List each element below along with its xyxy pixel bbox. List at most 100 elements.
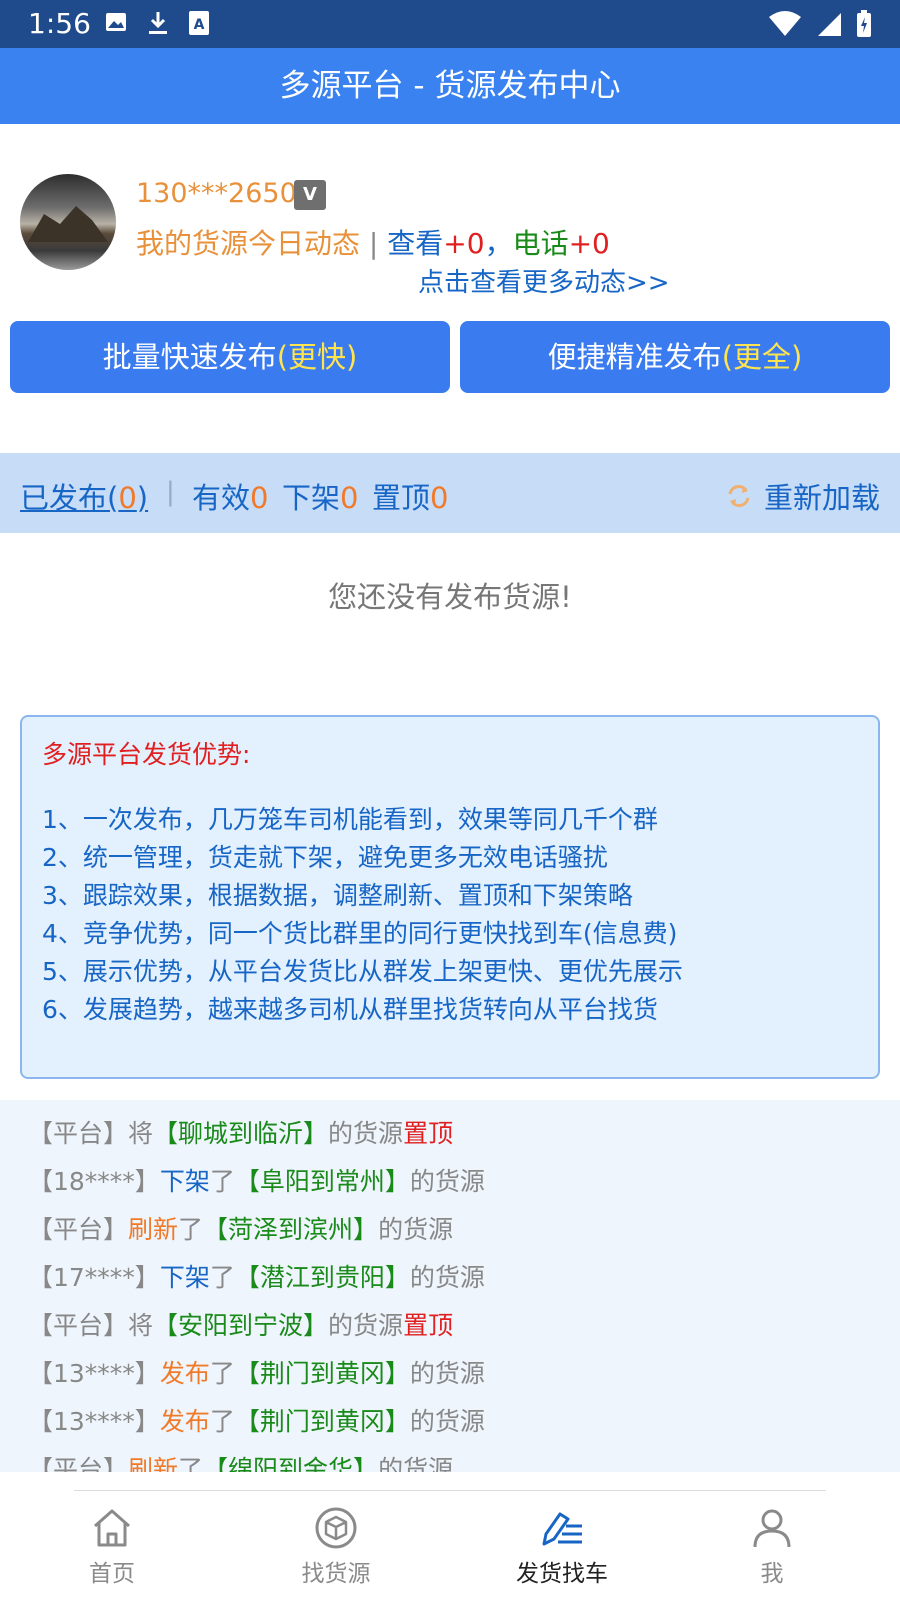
feed-row: 【18****】下架了【阜阳到常州】的货源 [28, 1158, 900, 1206]
feed-fragment: 【13****】 [28, 1407, 160, 1436]
feed-fragment: 的货源 [409, 1359, 485, 1388]
feed-fragment: 的货源 [409, 1167, 485, 1196]
signal-icon [818, 13, 841, 36]
batch-publish-hint: (更快) [276, 340, 358, 374]
feed-fragment: 的货源 [378, 1215, 454, 1244]
bottom-nav: 首页 找货源 发货找车 我 [0, 1472, 900, 1600]
nav-find-cargo-label: 找货源 [301, 1561, 371, 1587]
feed-fragment: 【平台】 [28, 1215, 129, 1244]
publish-status-bar: 已发布(0) | 有效0 下架0 置顶0 重新加载 [0, 453, 900, 533]
tab-published[interactable]: 已发布(0) [20, 475, 148, 517]
feed-fragment: 【平台】 [28, 1311, 129, 1340]
nav-home-label: 首页 [89, 1561, 135, 1587]
valid-label: 有效 [192, 481, 251, 515]
battery-icon [857, 10, 871, 37]
advantage-item: 5、展示优势，从平台发货比从群发上架更快、更优先展示 [42, 957, 683, 986]
activity-feed: 【平台】将【聊城到临沂】的货源置顶 【18****】下架了【阜阳到常州】的货源 … [0, 1100, 900, 1472]
published-label: 已发布( [20, 481, 119, 515]
svg-text:A: A [194, 17, 205, 33]
page-title: 多源平台 - 货源发布中心 [279, 68, 621, 104]
feed-fragment: 【荆门到黄冈】 [234, 1359, 410, 1388]
feed-fragment: 了 [209, 1359, 235, 1388]
feed-fragment: 【菏泽到滨州】 [203, 1215, 379, 1244]
wifi-icon [769, 11, 801, 36]
feed-fragment: 【平台】 [28, 1119, 129, 1148]
feed-fragment: 的货源 [409, 1263, 485, 1292]
feed-fragment: 下架 [159, 1167, 210, 1196]
removed-count: 0 [340, 481, 359, 515]
feed-fragment: 置顶 [403, 1119, 454, 1148]
nav-publish[interactable]: 发货找车 [502, 1506, 622, 1588]
advantage-item: 6、发展趋势，越来越多司机从群里找货转向从平台找货 [42, 995, 658, 1024]
nav-home[interactable]: 首页 [52, 1506, 172, 1588]
feed-fragment: 的货源 [378, 1455, 454, 1472]
precise-publish-label: 便捷精准发布 [547, 340, 722, 374]
dynamics-separator: | [368, 227, 379, 260]
home-icon [94, 1509, 130, 1547]
feed-fragment: 【荆门到黄冈】 [234, 1407, 410, 1436]
feed-fragment: 了 [209, 1263, 235, 1292]
precise-publish-button[interactable]: 便捷精准发布(更全) [460, 321, 890, 393]
feed-fragment: 【阜阳到常州】 [234, 1167, 410, 1196]
advantage-item: 1、一次发布，几万笼车司机能看到，效果等同几千个群 [42, 805, 658, 834]
feed-row: 【平台】刷新了【绵阳到金华】的货源 [28, 1446, 900, 1472]
nav-publish-label: 发货找车 [516, 1561, 608, 1587]
feed-fragment: 将 [128, 1311, 154, 1340]
feed-fragment: 【平台】 [28, 1455, 129, 1472]
app-bar: 多源平台 - 货源发布中心 [0, 48, 900, 124]
reload-label: 重新加载 [763, 481, 880, 515]
status-bar: 1:56 A [0, 0, 900, 48]
feed-fragment: 了 [209, 1407, 235, 1436]
system-icons [768, 10, 872, 38]
published-close: ) [136, 481, 149, 515]
feed-fragment: 刷新 [128, 1215, 179, 1244]
advantage-item: 2、统一管理，货走就下架，避免更多无效电话骚扰 [42, 843, 608, 872]
feed-row: 【平台】将【聊城到临沂】的货源置顶 [28, 1110, 900, 1158]
advantages-title: 多源平台发货优势: [42, 740, 251, 769]
publish-pen-icon [542, 1512, 582, 1546]
dynamics-label: 我的货源今日动态 [136, 227, 361, 260]
nav-me[interactable]: 我 [712, 1506, 832, 1588]
feed-row: 【平台】将【安阳到宁波】的货源置顶 [28, 1302, 900, 1350]
advantage-item: 3、跟踪效果，根据数据，调整刷新、置顶和下架策略 [42, 881, 633, 910]
reload-button[interactable]: 重新加载 [726, 475, 880, 517]
feed-fragment: 【安阳到宁波】 [153, 1311, 329, 1340]
feed-fragment: 发布 [159, 1359, 210, 1388]
feed-fragment: 了 [178, 1455, 204, 1472]
advantage-item: 4、竞争优势，同一个货比群里的同行更快找到车(信息费) [42, 919, 678, 948]
vip-badge-icon: V [294, 180, 326, 210]
more-dynamics-link[interactable]: 点击查看更多动态>> [418, 262, 670, 299]
feed-fragment: 置顶 [403, 1311, 454, 1340]
feed-fragment: 【13****】 [28, 1359, 160, 1388]
feed-fragment: 了 [209, 1167, 235, 1196]
notification-icons: A [104, 10, 210, 36]
batch-publish-label: 批量快速发布 [102, 340, 277, 374]
batch-publish-button[interactable]: 批量快速发布(更快) [10, 321, 450, 393]
cargo-box-icon [315, 1507, 357, 1549]
refresh-icon [728, 485, 750, 507]
avatar[interactable] [20, 174, 116, 270]
published-count: 0 [118, 481, 137, 515]
feed-fragment: 【18****】 [28, 1167, 160, 1196]
precise-publish-hint: (更全) [721, 340, 803, 374]
today-dynamics: 我的货源今日动态 | 查看+0，电话+0 [136, 222, 610, 262]
calls-label: 电话 [512, 227, 569, 260]
image-notification-icon [106, 13, 126, 31]
views-count: +0 [443, 227, 485, 260]
download-notification-icon [149, 12, 167, 34]
feed-fragment: 将 [128, 1119, 154, 1148]
views-label: 查看 [387, 227, 444, 260]
dynamics-comma: ， [484, 227, 513, 260]
text-notification-icon: A [189, 11, 209, 35]
advantages-box: 多源平台发货优势: 1、一次发布，几万笼车司机能看到，效果等同几千个群 2、统一… [20, 715, 880, 1079]
feed-fragment: 【绵阳到金华】 [203, 1455, 379, 1472]
nav-find-cargo[interactable]: 找货源 [276, 1506, 396, 1588]
tab-valid[interactable]: 有效0 [192, 475, 268, 517]
user-phone: 130***2650 [136, 178, 297, 209]
nav-divider [74, 1490, 826, 1491]
calls-count: +0 [568, 227, 610, 260]
nav-me-label: 我 [760, 1561, 784, 1587]
tab-top[interactable]: 置顶0 [372, 475, 448, 517]
tab-removed[interactable]: 下架0 [282, 475, 358, 517]
feed-fragment: 【聊城到临沂】 [153, 1119, 329, 1148]
